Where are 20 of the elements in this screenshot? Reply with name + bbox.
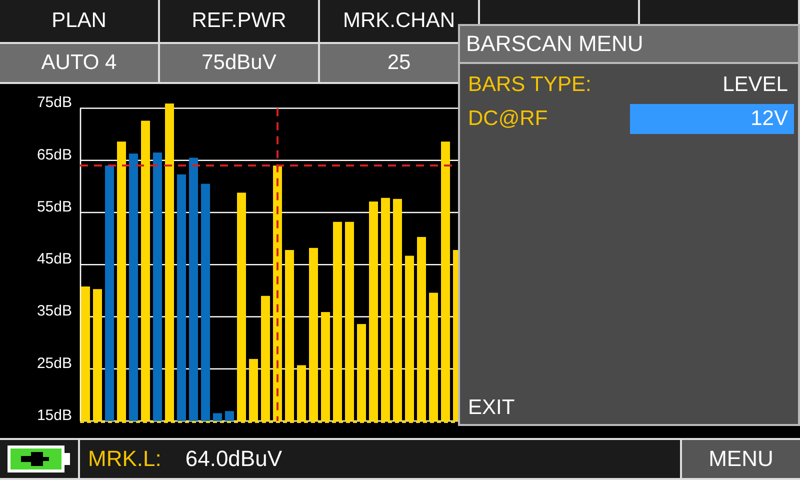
column-title: PLAN	[0, 0, 160, 42]
column-value: AUTO 4	[0, 42, 160, 82]
marker-value: 64.0dBuV	[185, 445, 282, 473]
marker-label: MRK.L:	[88, 445, 162, 473]
column-value: 75dBuV	[160, 42, 320, 82]
exit-item[interactable]: EXIT	[468, 396, 794, 420]
battery-charging-icon	[7, 445, 71, 473]
axis-label: 35dB	[36, 302, 72, 320]
axis-label: 15dB	[36, 407, 72, 424]
axis-label: 25dB	[36, 354, 72, 372]
axis-label: 65dB	[36, 146, 72, 164]
level-bar	[225, 411, 234, 421]
column-title: REF.PWR	[160, 0, 320, 42]
menu-item-label[interactable]: DC@RF	[468, 107, 630, 131]
level-bar	[213, 413, 222, 421]
axis-label: 45dB	[36, 250, 72, 268]
menu-item-value[interactable]: LEVEL	[630, 70, 794, 100]
axis-label: 55dB	[36, 198, 72, 216]
menu-button[interactable]: MENU	[680, 440, 800, 478]
axis-label: 75dB	[36, 94, 72, 112]
